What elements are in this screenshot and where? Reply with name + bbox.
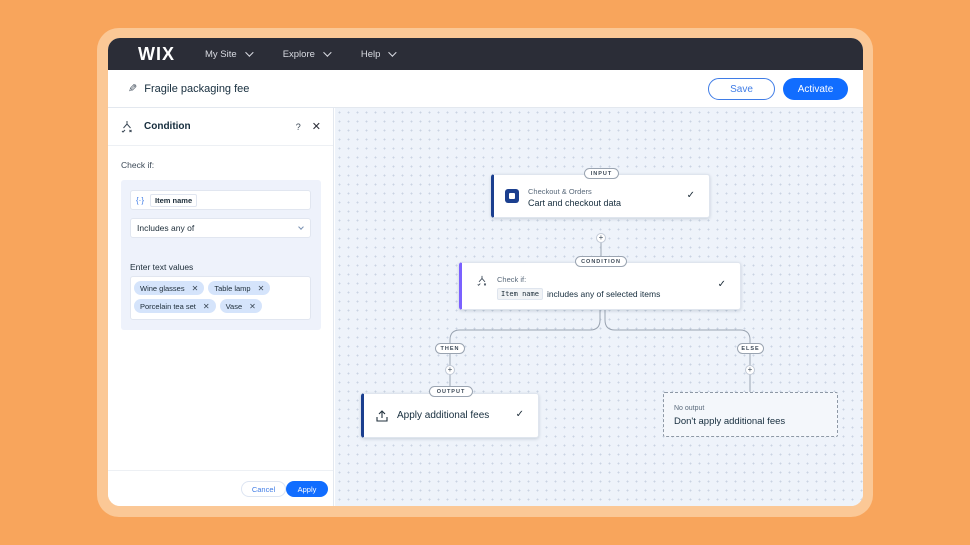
- variable-chip: Item name: [150, 193, 198, 207]
- add-step-button[interactable]: +: [745, 365, 755, 375]
- activate-button[interactable]: Activate: [783, 78, 848, 100]
- flow-canvas[interactable]: Checkout & Orders Cart and checkout data…: [335, 108, 863, 506]
- title-edit[interactable]: ✎ Fragile packaging fee: [128, 82, 250, 96]
- output-pill: OUTPUT: [429, 386, 473, 397]
- tag-label: Wine glasses: [140, 283, 185, 293]
- variable-icon: {·}: [136, 195, 145, 205]
- operator-value: Includes any of: [137, 223, 195, 233]
- cancel-button[interactable]: Cancel: [241, 481, 286, 497]
- condition-text: includes any of selected items: [546, 289, 661, 299]
- output-title: Apply additional fees: [397, 410, 490, 421]
- variable-chip: Item name: [497, 288, 543, 300]
- remove-tag-icon[interactable]: ✕: [258, 284, 265, 293]
- nav-help[interactable]: Help: [360, 48, 398, 60]
- check-icon: ✓: [717, 279, 726, 290]
- output-node[interactable]: Apply additional fees ✓: [361, 393, 539, 438]
- help-icon[interactable]: ?: [296, 122, 301, 132]
- remove-tag-icon[interactable]: ✕: [192, 284, 199, 293]
- shopping-bag-icon: [505, 189, 519, 203]
- input-category: Checkout & Orders: [528, 187, 592, 196]
- condition-box: {·} Item name Includes any of Enter text…: [121, 180, 321, 330]
- close-icon[interactable]: ✕: [312, 120, 321, 133]
- add-step-button[interactable]: +: [445, 365, 455, 375]
- apply-button[interactable]: Apply: [286, 481, 328, 497]
- save-button[interactable]: Save: [708, 78, 775, 100]
- top-navbar: WIX My Site Explore Help: [108, 38, 863, 70]
- condition-icon: [121, 120, 132, 133]
- page-title: Fragile packaging fee: [144, 82, 250, 95]
- check-if-label: Check if:: [121, 160, 155, 170]
- else-title: Don't apply additional fees: [674, 416, 786, 427]
- nav-explore[interactable]: Explore: [282, 48, 332, 60]
- operator-select[interactable]: Includes any of: [130, 218, 311, 238]
- else-node[interactable]: No output Don't apply additional fees: [663, 392, 838, 437]
- variable-field[interactable]: {·} Item name: [130, 190, 311, 210]
- remove-tag-icon[interactable]: ✕: [203, 302, 210, 311]
- add-step-button[interactable]: +: [596, 233, 606, 243]
- wix-logo[interactable]: WIX: [138, 44, 175, 65]
- tag: Porcelain tea set ✕: [134, 299, 216, 313]
- condition-icon: [477, 275, 487, 286]
- tag-label: Vase: [225, 301, 243, 311]
- chevron-down-icon: [388, 48, 398, 57]
- page-header: ✎ Fragile packaging fee Save Activate: [108, 70, 863, 108]
- tag: Table lamp ✕: [208, 281, 271, 295]
- values-label: Enter text values: [130, 262, 194, 272]
- chevron-down-icon: [323, 48, 332, 57]
- tags-input[interactable]: Wine glasses ✕ Table lamp ✕ Porcelain tea …: [130, 276, 311, 320]
- chevron-down-icon: [298, 224, 304, 230]
- check-icon: ✓: [515, 409, 524, 420]
- nav-label: My Site: [205, 48, 237, 60]
- panel-title: Condition: [144, 121, 191, 132]
- remove-tag-icon[interactable]: ✕: [249, 302, 256, 311]
- input-title: Cart and checkout data: [528, 198, 622, 208]
- then-pill: THEN: [435, 343, 465, 354]
- nav-label: Explore: [282, 48, 315, 60]
- tag: Wine glasses ✕: [134, 281, 205, 295]
- condition-summary: Item name includes any of selected items: [497, 288, 660, 300]
- input-node[interactable]: Checkout & Orders Cart and checkout data…: [491, 174, 710, 218]
- condition-node[interactable]: Check if: Item name includes any of sele…: [459, 262, 741, 310]
- upload-icon: [376, 410, 388, 422]
- else-pill: ELSE: [737, 343, 764, 354]
- no-output-label: No output: [674, 405, 705, 412]
- nav-my-site[interactable]: My Site: [205, 48, 254, 60]
- chevron-down-icon: [244, 48, 254, 57]
- condition-pill: CONDITION: [575, 256, 627, 267]
- app-window: WIX My Site Explore Help ✎ Fragile packa…: [108, 38, 863, 506]
- panel-header: Condition ? ✕: [108, 108, 333, 146]
- condition-label: Check if:: [497, 275, 527, 284]
- condition-panel: Condition ? ✕ Check if: {·} Item name In…: [108, 108, 334, 506]
- panel-footer: Cancel Apply: [108, 470, 333, 506]
- nav-label: Help: [360, 48, 381, 60]
- tag-label: Table lamp: [214, 283, 251, 293]
- input-pill: INPUT: [584, 168, 619, 179]
- tag: Vase ✕: [219, 299, 262, 313]
- check-icon: ✓: [686, 190, 695, 201]
- tag-label: Porcelain tea set: [140, 301, 196, 311]
- pencil-icon: ✎: [128, 83, 138, 95]
